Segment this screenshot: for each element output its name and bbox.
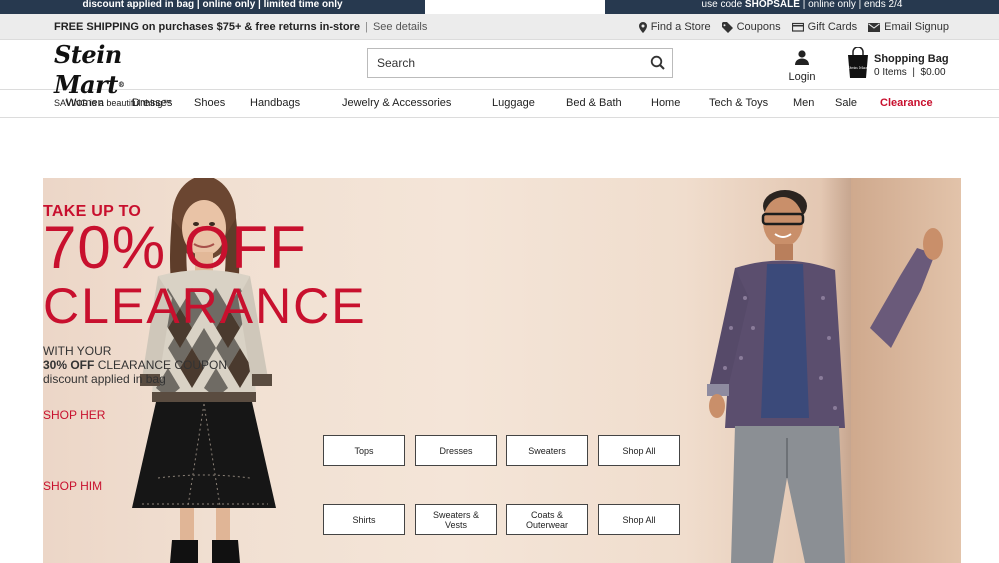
find-a-store-link[interactable]: Find a Store <box>638 21 711 33</box>
nav-luggage[interactable]: Luggage <box>492 97 535 109</box>
hero-coupon-line: 30% OFF CLEARANCE COUPON <box>43 359 961 372</box>
nav-clearance[interactable]: Clearance <box>880 97 933 109</box>
nav-jewelry-accessories[interactable]: Jewelry & Accessories <box>342 97 451 109</box>
gift-cards-link[interactable]: Gift Cards <box>791 21 858 33</box>
nav-shoes[interactable]: Shoes <box>194 97 225 109</box>
shipping-text: FREE SHIPPING on purchases $75+ & free r… <box>54 21 360 33</box>
coupons-link[interactable]: Coupons <box>721 21 781 33</box>
find-a-store-label: Find a Store <box>650 21 711 33</box>
nav-sale[interactable]: Sale <box>835 97 857 109</box>
hero-with-your: WITH YOUR <box>43 344 112 358</box>
him-shop-all-button[interactable]: Shop All <box>598 504 680 535</box>
coupon-percent: 30% OFF <box>43 358 95 372</box>
bag-title: Shopping Bag <box>874 53 949 65</box>
user-icon <box>795 50 809 65</box>
bag-item-count: 0 Items <box>874 67 907 78</box>
login-button[interactable]: Login <box>786 50 818 83</box>
nav-women[interactable]: Women <box>66 97 104 109</box>
her-tops-button[interactable]: Tops <box>323 435 405 466</box>
utility-bar: FREE SHIPPING on purchases $75+ & free r… <box>0 14 999 40</box>
map-pin-icon <box>638 21 647 33</box>
gift-cards-label: Gift Cards <box>807 21 858 33</box>
separator: | <box>365 21 368 33</box>
login-label: Login <box>788 71 816 83</box>
promo-right-post: | online only | ends 2/4 <box>799 0 903 10</box>
hero-percent-off: 70% OFF <box>43 214 307 281</box>
search-box <box>367 48 673 78</box>
utility-links: Find a Store Coupons Gift Cards Email Si… <box>638 21 949 33</box>
promo-right-text[interactable]: use code SHOPSALE | online only | ends 2… <box>605 0 999 14</box>
nav-tech-toys[interactable]: Tech & Toys <box>709 97 768 109</box>
svg-text:Stein Mart: Stein Mart <box>847 65 869 70</box>
promo-left-text[interactable]: discount applied in bag | online only | … <box>0 0 425 14</box>
shipping-message: FREE SHIPPING on purchases $75+ & free r… <box>54 21 427 33</box>
promo-strip: discount applied in bag | online only | … <box>0 0 999 14</box>
shopping-bag-icon: Stein Mart <box>847 47 869 78</box>
shop-him-link[interactable]: SHOP HIM <box>43 479 961 493</box>
bag-summary: 0 Items | $0.00 <box>874 67 946 78</box>
him-sweaters-vests-button[interactable]: Sweaters & Vests <box>415 504 497 535</box>
email-signup-label: Email Signup <box>884 21 949 33</box>
bag-total: $0.00 <box>920 67 946 78</box>
her-sweaters-button[interactable]: Sweaters <box>506 435 588 466</box>
search-input[interactable] <box>368 49 638 77</box>
tag-icon <box>721 21 733 33</box>
nav-men[interactable]: Men <box>793 97 814 109</box>
her-dresses-button[interactable]: Dresses <box>415 435 497 466</box>
her-shop-all-button[interactable]: Shop All <box>598 435 680 466</box>
see-details-link[interactable]: See details <box>373 21 427 33</box>
coupon-text: CLEARANCE COUPON <box>94 358 228 372</box>
promo-code: SHOPSALE <box>744 0 800 10</box>
hero-banner[interactable]: TAKE UP TO 70% OFF CLEARANCE WITH YOUR 3… <box>43 178 961 563</box>
gift-card-icon <box>791 22 804 32</box>
hero-applied-text: discount applied in bag <box>43 372 166 386</box>
main-nav: Women Dresses Shoes Handbags Jewelry & A… <box>0 90 999 118</box>
nav-home[interactable]: Home <box>651 97 680 109</box>
coupons-label: Coupons <box>736 21 781 33</box>
promo-right-pre: use code <box>701 0 745 10</box>
stein-mart-logo[interactable]: Stein Mart® SAVING is a beautiful thing™ <box>54 40 184 108</box>
shop-her-link[interactable]: SHOP HER <box>43 408 961 422</box>
search-icon[interactable] <box>650 55 666 71</box>
envelope-icon <box>868 22 881 32</box>
site-header: Stein Mart® SAVING is a beautiful thing™… <box>0 40 999 108</box>
shopping-bag-button[interactable]: Stein Mart Shopping Bag 0 Items | $0.00 <box>847 47 957 83</box>
hero-clearance: CLEARANCE <box>43 278 367 334</box>
email-signup-link[interactable]: Email Signup <box>868 21 949 33</box>
nav-bed-bath[interactable]: Bed & Bath <box>566 97 622 109</box>
nav-handbags[interactable]: Handbags <box>250 97 300 109</box>
him-shirts-button[interactable]: Shirts <box>323 504 405 535</box>
him-coats-outerwear-button[interactable]: Coats & Outerwear <box>506 504 588 535</box>
nav-dresses[interactable]: Dresses <box>132 97 172 109</box>
